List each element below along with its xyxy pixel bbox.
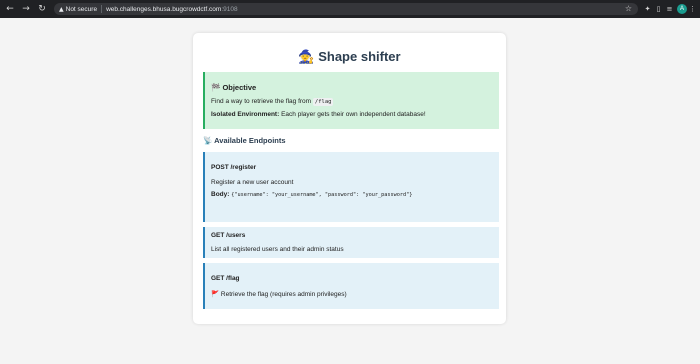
wizard-icon: 🧙	[298, 50, 315, 65]
page-title-text: Shape shifter	[318, 49, 401, 64]
extensions-icon[interactable]: ✦	[642, 5, 653, 13]
sidebar-icon[interactable]: ▯	[653, 5, 664, 13]
profile-avatar[interactable]: A	[677, 4, 687, 14]
browser-toolbar: ← → ↻ ⌂ ▲ Not secure web.challenges.bhus…	[0, 0, 700, 18]
bookmark-star-icon[interactable]: ☆	[625, 3, 632, 15]
url-host[interactable]: web.challenges.bhusa.bugcrowdctf.com	[106, 6, 221, 13]
objective-heading-text: Objective	[222, 83, 257, 92]
endpoint-description: Register a new user account	[211, 179, 294, 186]
security-status[interactable]: Not secure	[66, 6, 97, 13]
endpoint-description-text: Retrieve the flag (requires admin privil…	[220, 291, 347, 298]
objective-text: Find a way to retrieve the flag from /fl…	[211, 98, 334, 106]
red-flag-icon: 🚩	[211, 290, 220, 298]
flag-path-code: /flag	[312, 98, 334, 106]
endpoint-body-label: Body:	[211, 191, 230, 198]
objective-panel: 🏁 Objective Find a way to retrieve the f…	[203, 72, 499, 129]
endpoints-heading: 📡 Available Endpoints	[203, 136, 286, 145]
endpoint-method: GET /flag	[211, 275, 240, 282]
objective-heading: 🏁 Objective	[211, 83, 256, 92]
endpoint-method: POST /register	[211, 164, 257, 171]
url-divider	[101, 5, 103, 13]
reload-icon[interactable]: ↻	[36, 3, 48, 15]
endpoint-body-json: {"username": "your_username", "password"…	[231, 192, 413, 198]
endpoint-description: 🚩 Retrieve the flag (requires admin priv…	[211, 290, 347, 298]
toolbar-right: ✦ ▯ ≡ A ⋮	[642, 3, 698, 15]
address-bar[interactable]: ▲ Not secure web.challenges.bhusa.bugcro…	[54, 3, 638, 15]
isolated-env-note: Isolated Environment: Each player gets t…	[211, 111, 426, 118]
endpoint-flag: GET /flag 🚩 Retrieve the flag (requires …	[203, 263, 499, 309]
warning-icon[interactable]: ▲	[59, 6, 64, 13]
checkered-flag-icon: 🏁	[211, 83, 221, 92]
menu-icon[interactable]: ⋮	[687, 5, 698, 13]
endpoint-register: POST /register Register a new user accou…	[203, 152, 499, 222]
endpoint-users: GET /users List all registered users and…	[203, 227, 499, 258]
main-card: 🧙 Shape shifter 🏁 Objective Find a way t…	[193, 33, 506, 324]
back-icon[interactable]: ←	[4, 3, 16, 15]
objective-text-prefix: Find a way to retrieve the flag from	[211, 98, 312, 105]
page-title: 🧙 Shape shifter	[193, 49, 506, 65]
forward-icon[interactable]: →	[20, 3, 32, 15]
endpoint-method: GET /users	[211, 232, 246, 239]
tab-search-icon[interactable]: ≡	[664, 5, 675, 13]
satellite-antenna-icon: 📡	[203, 136, 213, 145]
endpoint-description: List all registered users and their admi…	[211, 246, 344, 253]
isolated-env-text: Each player gets their own independent d…	[281, 111, 426, 118]
url-port[interactable]: :9108	[221, 6, 237, 13]
isolated-env-label: Isolated Environment:	[211, 111, 280, 118]
endpoint-body: Body: {"username": "your_username", "pas…	[211, 191, 412, 198]
endpoints-heading-text: Available Endpoints	[214, 136, 286, 145]
